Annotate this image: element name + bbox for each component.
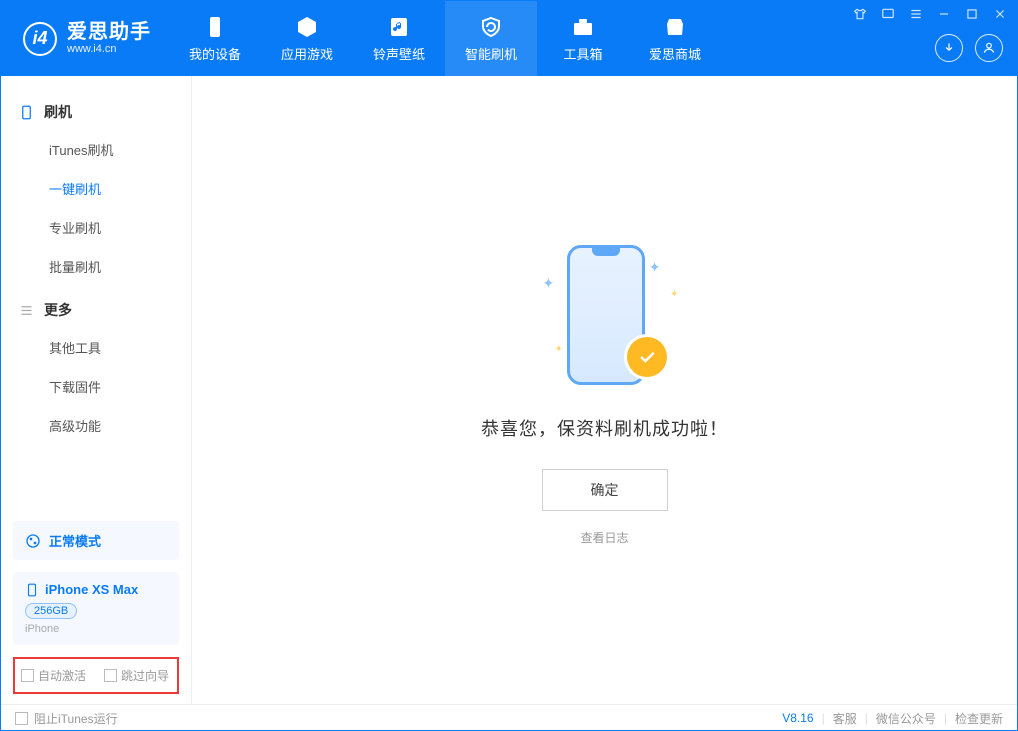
sparkle-icon: ✦ [649, 259, 661, 276]
sidebar-group-more[interactable]: 更多 [1, 292, 191, 328]
toolbox-icon [570, 14, 596, 40]
nav-apps-games[interactable]: 应用游戏 [261, 1, 353, 76]
device-type: iPhone [25, 623, 167, 635]
sidebar-item-oneclick-flash[interactable]: 一键刷机 [1, 169, 191, 208]
success-message: 恭喜您，保资料刷机成功啦！ [481, 415, 728, 441]
nav-ringtones[interactable]: 铃声壁纸 [353, 1, 445, 76]
mode-icon [25, 533, 41, 549]
nav-smart-flash[interactable]: 智能刷机 [445, 1, 537, 76]
sidebar-item-download-firmware[interactable]: 下载固件 [1, 367, 191, 406]
window-controls [853, 7, 1007, 21]
device-card[interactable]: iPhone XS Max 256GB iPhone [13, 572, 179, 645]
top-nav: 我的设备 应用游戏 铃声壁纸 智能刷机 工具箱 爱思商城 [169, 1, 721, 76]
nav-label: 我的设备 [189, 44, 241, 63]
nav-label: 工具箱 [563, 44, 602, 63]
device-name: iPhone XS Max [45, 582, 138, 597]
success-illustration: ✦ ✦ ✦ ✦ [525, 235, 685, 395]
nav-toolbox[interactable]: 工具箱 [537, 1, 629, 76]
view-log-link[interactable]: 查看日志 [580, 529, 628, 546]
checkbox-label: 自动激活 [38, 667, 86, 684]
list-icon [19, 303, 34, 318]
menu-icon[interactable] [909, 7, 923, 21]
sidebar-item-other-tools[interactable]: 其他工具 [1, 328, 191, 367]
shop-icon [662, 14, 688, 40]
check-badge-icon [627, 337, 667, 377]
wechat-link[interactable]: 微信公众号 [876, 710, 936, 727]
sparkle-icon: ✦ [555, 344, 563, 355]
app-header: i4 爱思助手 www.i4.cn 我的设备 应用游戏 铃声壁纸 智能刷机 工具… [1, 1, 1017, 76]
checkbox-auto-activate[interactable]: 自动激活 [21, 667, 86, 684]
sparkle-icon: ✦ [670, 289, 678, 300]
sidebar-item-itunes-flash[interactable]: iTunes刷机 [1, 130, 191, 169]
nav-label: 爱思商城 [649, 44, 701, 63]
nav-my-device[interactable]: 我的设备 [169, 1, 261, 76]
cube-icon [294, 14, 320, 40]
check-update-link[interactable]: 检查更新 [955, 710, 1003, 727]
sparkle-icon: ✦ [543, 275, 555, 292]
version-label: V8.16 [782, 711, 813, 725]
nav-label: 智能刷机 [465, 44, 517, 63]
group-title: 刷机 [44, 102, 72, 122]
checkbox-block-itunes[interactable]: 阻止iTunes运行 [15, 710, 118, 727]
device-icon [202, 14, 228, 40]
group-title: 更多 [44, 300, 72, 320]
account-button[interactable] [975, 34, 1003, 62]
footer: 阻止iTunes运行 V8.16 | 客服 | 微信公众号 | 检查更新 [1, 704, 1017, 731]
device-icon [25, 583, 39, 597]
checkbox-icon [15, 712, 28, 725]
sidebar-item-advanced[interactable]: 高级功能 [1, 406, 191, 445]
checkbox-icon [21, 669, 34, 682]
sidebar-item-batch-flash[interactable]: 批量刷机 [1, 247, 191, 286]
minimize-icon[interactable] [937, 7, 951, 21]
app-title: 爱思助手 [67, 21, 151, 43]
sidebar-item-pro-flash[interactable]: 专业刷机 [1, 208, 191, 247]
phone-icon [19, 105, 34, 120]
app-subtitle: www.i4.cn [67, 43, 151, 55]
checkbox-label: 跳过向导 [121, 667, 169, 684]
mode-card[interactable]: 正常模式 [13, 521, 179, 560]
feedback-icon[interactable] [881, 7, 895, 21]
ok-button[interactable]: 确定 [542, 469, 668, 511]
nav-label: 应用游戏 [281, 44, 333, 63]
download-button[interactable] [935, 34, 963, 62]
logo-area: i4 爱思助手 www.i4.cn [1, 1, 169, 76]
sidebar-group-flash[interactable]: 刷机 [1, 94, 191, 130]
main-content: ✦ ✦ ✦ ✦ 恭喜您，保资料刷机成功啦！ 确定 查看日志 [192, 76, 1017, 704]
refresh-shield-icon [478, 14, 504, 40]
support-link[interactable]: 客服 [833, 710, 857, 727]
nav-label: 铃声壁纸 [373, 44, 425, 63]
music-icon [386, 14, 412, 40]
tshirt-icon[interactable] [853, 7, 867, 21]
sidebar: 刷机 iTunes刷机 一键刷机 专业刷机 批量刷机 更多 其他工具 下载固件 … [1, 76, 192, 704]
checkbox-icon [104, 669, 117, 682]
options-highlight-box: 自动激活 跳过向导 [13, 657, 179, 694]
checkbox-skip-guide[interactable]: 跳过向导 [104, 667, 169, 684]
logo-icon: i4 [23, 22, 57, 56]
nav-store[interactable]: 爱思商城 [629, 1, 721, 76]
mode-label: 正常模式 [49, 531, 101, 550]
close-icon[interactable] [993, 7, 1007, 21]
device-capacity: 256GB [25, 603, 77, 619]
checkbox-label: 阻止iTunes运行 [34, 710, 118, 727]
maximize-icon[interactable] [965, 7, 979, 21]
